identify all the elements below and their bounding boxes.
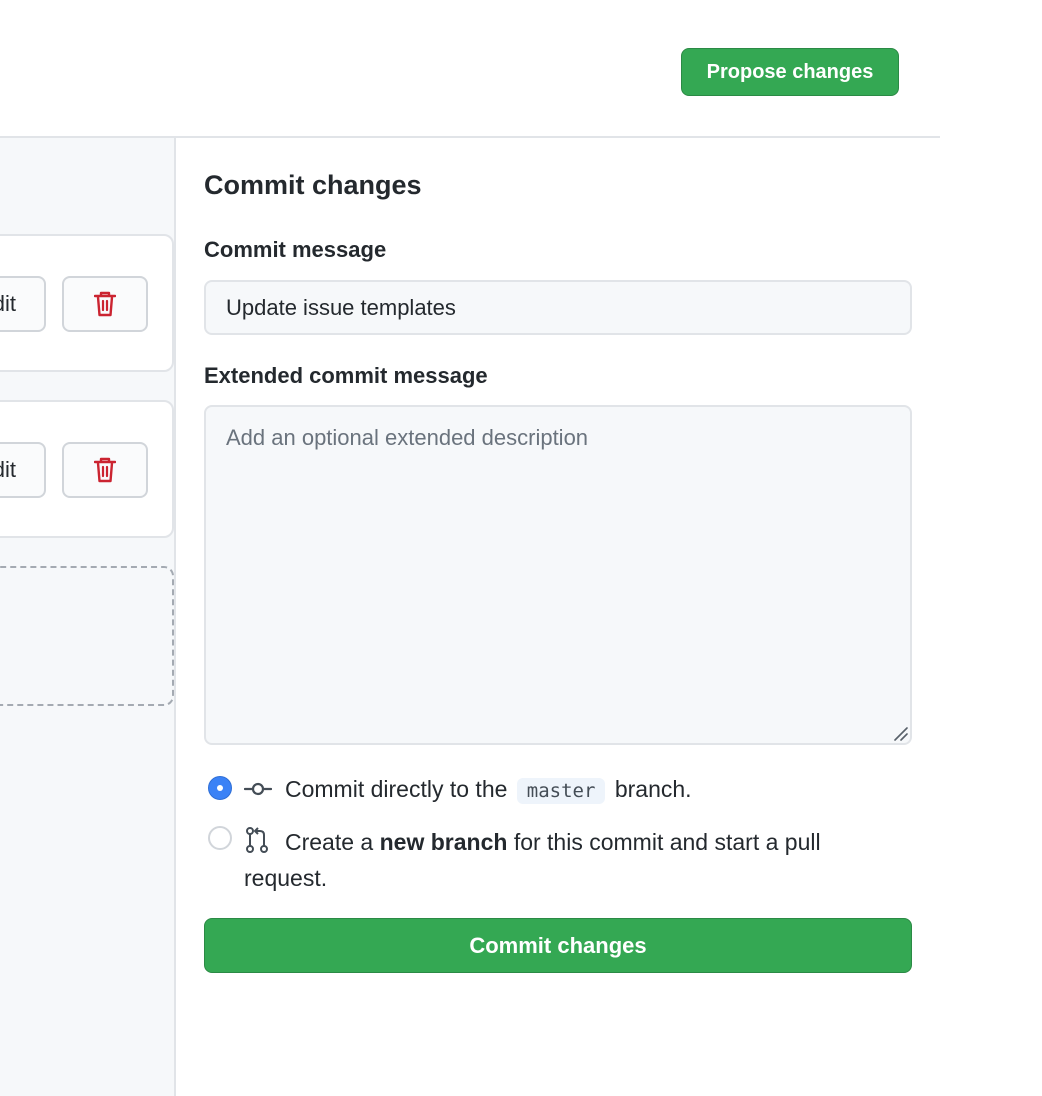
new-branch-prefix: Create a bbox=[285, 829, 374, 855]
commit-panel-title: Commit changes bbox=[204, 170, 422, 200]
commit-direct-suffix: branch. bbox=[614, 776, 692, 802]
trash-icon bbox=[94, 457, 116, 483]
commit-page: Propose changes Edit Edit bbox=[0, 0, 1042, 1096]
commit-direct-text: Commit directly to the master branch. bbox=[285, 774, 692, 806]
delete-template-button[interactable] bbox=[62, 442, 148, 498]
git-pull-request-icon bbox=[246, 827, 268, 853]
template-card: Edit bbox=[0, 234, 174, 372]
commit-direct-option[interactable]: Commit directly to the master branch. bbox=[208, 774, 908, 810]
new-branch-radio[interactable] bbox=[208, 826, 232, 850]
commit-message-label: Commit message bbox=[204, 237, 387, 262]
trash-icon bbox=[94, 291, 116, 317]
commit-message-input[interactable] bbox=[204, 280, 912, 335]
edit-button-label: Edit bbox=[0, 457, 16, 482]
commit-direct-radio[interactable] bbox=[208, 776, 232, 800]
new-branch-option[interactable]: Create a new branch for this commit and … bbox=[208, 824, 908, 900]
commit-changes-button[interactable]: Commit changes bbox=[204, 918, 912, 973]
new-branch-text: Create a new branch for this commit and … bbox=[285, 824, 905, 860]
propose-changes-button[interactable]: Propose changes bbox=[681, 48, 899, 96]
new-branch-suffix: for this commit and start a pull bbox=[513, 829, 821, 855]
edit-template-button[interactable]: Edit bbox=[0, 276, 46, 332]
commit-direct-prefix: Commit directly to the bbox=[285, 776, 508, 802]
new-branch-bold: new branch bbox=[379, 829, 508, 855]
extended-message-textarea[interactable] bbox=[204, 405, 912, 745]
edit-button-label: Edit bbox=[0, 291, 16, 316]
git-commit-icon bbox=[244, 782, 272, 796]
template-list-pane: Edit Edit bbox=[0, 138, 176, 1096]
delete-template-button[interactable] bbox=[62, 276, 148, 332]
resize-grip-icon[interactable] bbox=[892, 725, 908, 741]
edit-template-button[interactable]: Edit bbox=[0, 442, 46, 498]
add-template-dropzone[interactable] bbox=[0, 566, 174, 706]
new-branch-text-line2: request. bbox=[244, 865, 328, 891]
branch-name-chip: master bbox=[516, 778, 606, 804]
top-header: Propose changes bbox=[0, 0, 940, 138]
template-card: Edit bbox=[0, 400, 174, 538]
extended-message-label: Extended commit message bbox=[204, 363, 488, 388]
